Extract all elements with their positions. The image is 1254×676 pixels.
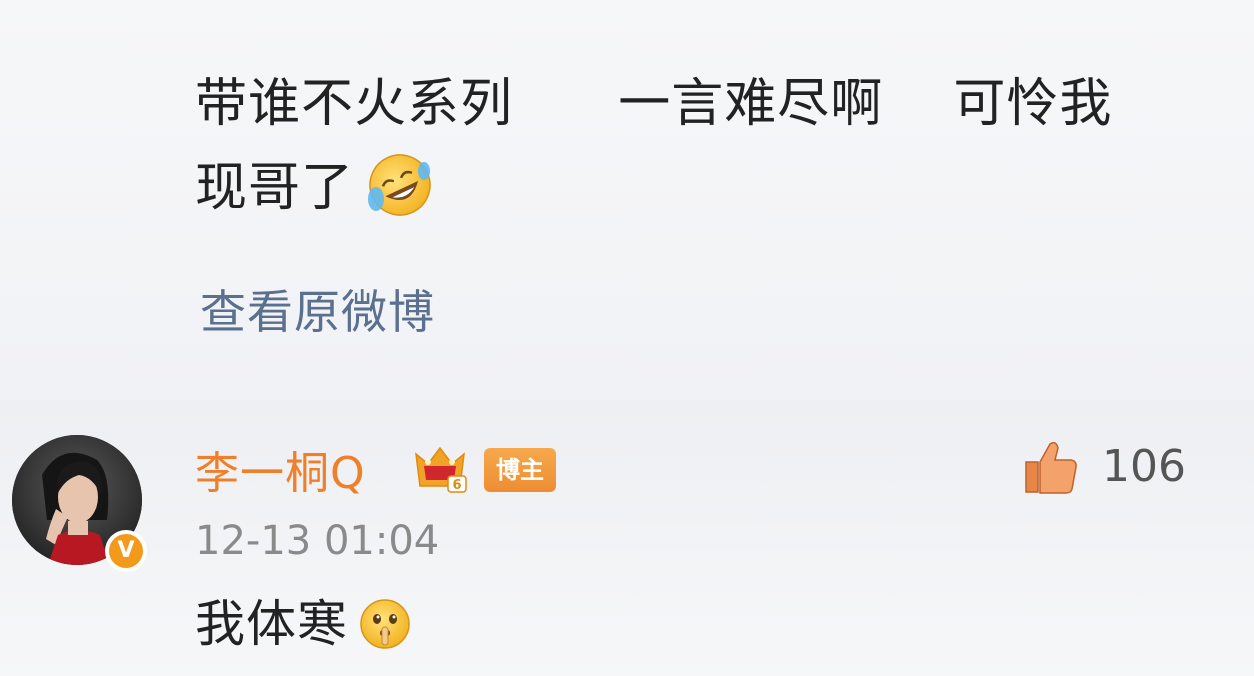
post-text-segment-1: 带谁不火系列	[195, 74, 514, 134]
comment-content: 我体寒	[195, 592, 412, 656]
thumbs-up-icon	[1025, 441, 1077, 494]
shush-face-icon	[360, 598, 410, 649]
comment-text: 我体寒	[195, 595, 348, 653]
original-post: 带谁不火系列 一言难尽啊 可怜我 现哥了 查看原微博	[0, 0, 1254, 400]
like-count: 106	[1102, 440, 1186, 492]
post-content: 带谁不火系列 一言难尽啊 可怜我 现哥了	[195, 62, 1205, 230]
comment-username[interactable]: 李一桐Q	[195, 437, 366, 501]
level-number: 6	[452, 478, 461, 493]
crown-level-icon: 6	[415, 446, 467, 493]
post-text-segment-4: 现哥了	[195, 158, 355, 218]
like-button[interactable]: 106	[1022, 436, 1186, 496]
verified-v-icon: V	[109, 534, 143, 568]
laugh-cry-icon	[368, 154, 431, 216]
verified-badge: V	[105, 530, 147, 572]
view-original-link[interactable]: 查看原微博	[200, 276, 435, 342]
post-text-segment-3: 可怜我	[953, 74, 1113, 134]
host-badge: 博主	[484, 448, 556, 492]
comment-timestamp: 12-13 01:04	[195, 518, 440, 564]
post-text-segment-2: 一言难尽啊	[618, 74, 884, 134]
